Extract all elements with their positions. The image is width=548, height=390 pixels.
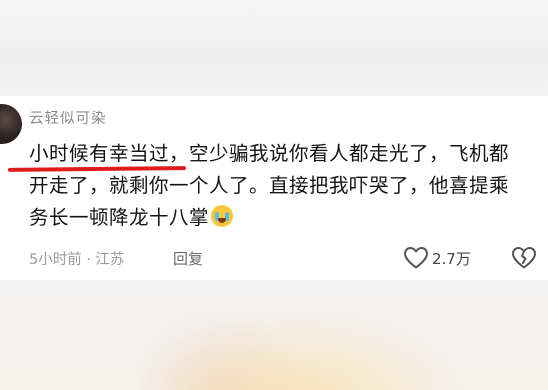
comment-card: 云轻似可染 小时候有幸当过，空少骗我说你看人都走光了，飞机都开走了，就剩你一个人…: [0, 96, 548, 280]
comment-body: 小时候有幸当过，空少骗我说你看人都走光了，飞机都开走了，就剩你一个人了。直接把我…: [29, 138, 519, 234]
heart-icon[interactable]: [403, 246, 429, 270]
crying-laughing-emoji-icon: [211, 205, 234, 227]
comment-highlighted-text: 小时候有幸当过: [29, 142, 170, 165]
reply-button[interactable]: 回复: [173, 248, 203, 269]
background-top: [0, 0, 548, 96]
broken-heart-icon[interactable]: [511, 246, 537, 270]
like-count: 2.7万: [432, 250, 471, 268]
comment-username[interactable]: 云轻似可染: [29, 107, 107, 128]
user-avatar[interactable]: [0, 104, 22, 144]
background-bottom: [0, 280, 548, 390]
comment-meta: 5小时前 · 江苏: [29, 252, 125, 268]
